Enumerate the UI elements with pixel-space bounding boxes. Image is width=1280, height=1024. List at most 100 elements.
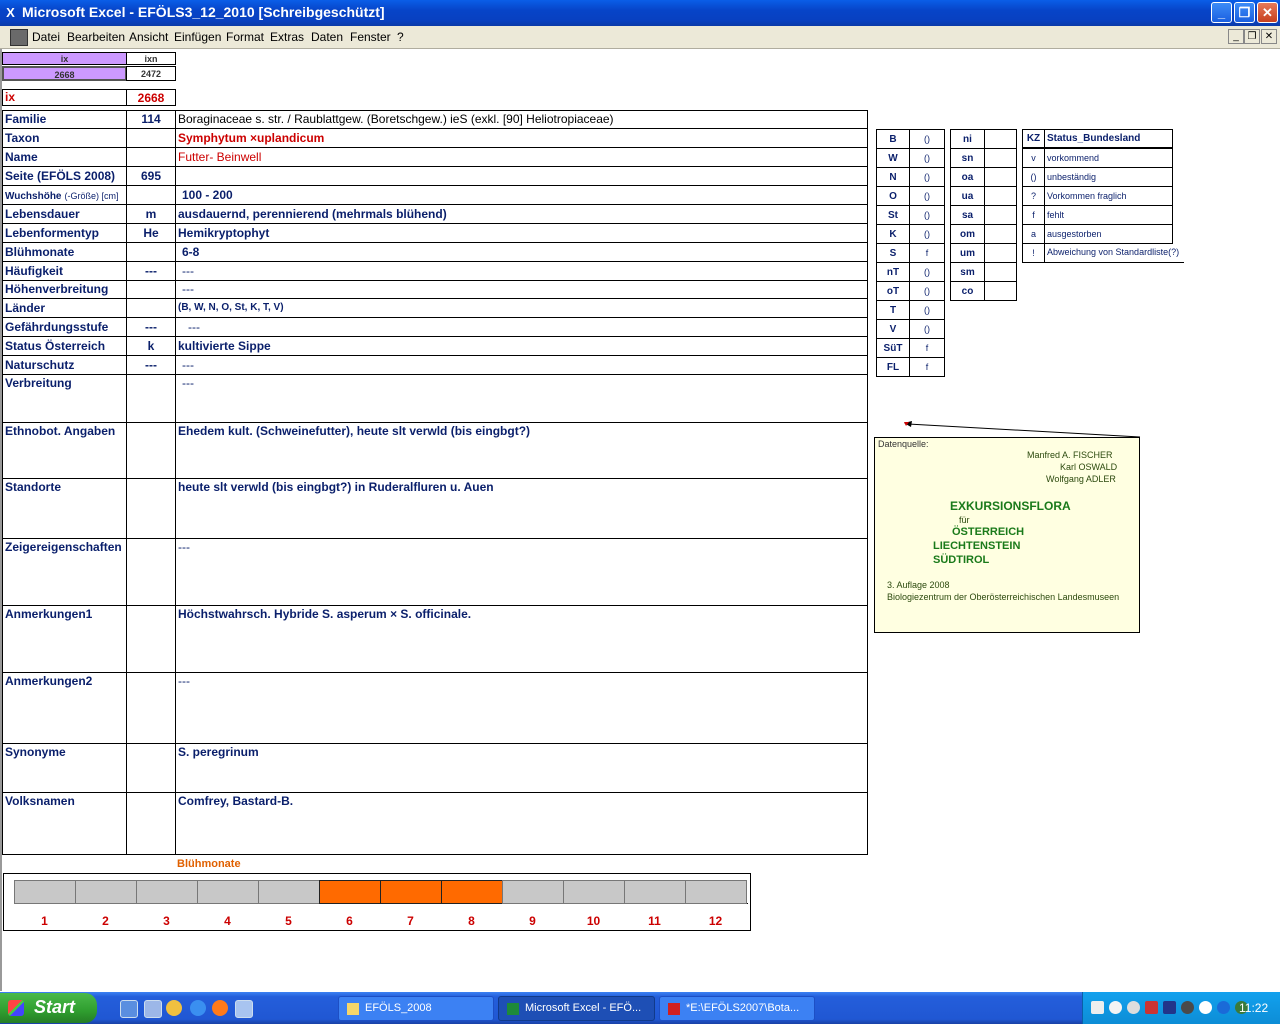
state-status-0[interactable]: () <box>909 129 945 149</box>
label-h-henverbreitung[interactable]: Höhenverbreitung <box>2 280 127 299</box>
label-synonyme[interactable]: Synonyme <box>2 743 127 793</box>
restore-button[interactable]: ❐ <box>1234 2 1255 23</box>
code-familie[interactable]: 114 <box>126 110 176 129</box>
state-code-11[interactable]: SüT <box>876 338 910 358</box>
code-ethnobot-angaben[interactable] <box>126 422 176 479</box>
ix-value-cell[interactable]: 2668 <box>2 66 127 81</box>
label-familie[interactable]: Familie <box>2 110 127 129</box>
code-naturschutz[interactable]: --- <box>126 355 176 375</box>
state-code-6[interactable]: S <box>876 243 910 263</box>
code-wuchsh-he[interactable] <box>126 185 176 205</box>
ixn-header-cell[interactable]: ixn <box>126 52 176 65</box>
tray-app-icon[interactable] <box>1181 1001 1194 1014</box>
label-zeigereigenschaften[interactable]: Zeigereigenschaften <box>2 538 127 606</box>
altitude-value-5[interactable] <box>984 224 1017 244</box>
label-anmerkungen1[interactable]: Anmerkungen1 <box>2 605 127 673</box>
state-code-12[interactable]: FL <box>876 357 910 377</box>
menu-ansicht[interactable]: Ansicht <box>129 30 168 44</box>
altitude-code-8[interactable]: co <box>950 281 985 301</box>
wireless-icon[interactable] <box>1109 1001 1122 1014</box>
doc-close-button[interactable]: ✕ <box>1261 29 1277 44</box>
network-icon[interactable] <box>1091 1001 1104 1014</box>
state-status-1[interactable]: () <box>909 148 945 168</box>
altitude-code-4[interactable]: sa <box>950 205 985 225</box>
value-lebenformentyp[interactable]: Hemikryptophyt <box>175 223 868 243</box>
taskbar-button-excel[interactable]: Microsoft Excel - EFÖ... <box>498 996 655 1021</box>
value-standorte[interactable]: heute slt verwld (bis eingbgt?) in Ruder… <box>175 478 868 539</box>
value-bl-hmonate[interactable]: 6-8 <box>175 242 868 262</box>
code-seite-ef-ls-2008[interactable]: 695 <box>126 166 176 186</box>
excel-app-icon[interactable]: X <box>3 5 18 20</box>
label-h-ufigkeit[interactable]: Häufigkeit <box>2 261 127 281</box>
state-status-10[interactable]: () <box>909 319 945 339</box>
value-ethnobot-angaben[interactable]: Ehedem kult. (Schweinefutter), heute slt… <box>175 422 868 479</box>
security-alert-icon[interactable] <box>1145 1001 1158 1014</box>
ixn-value-cell[interactable]: 2472 <box>126 66 176 81</box>
value-synonyme[interactable]: S. peregrinum <box>175 743 868 793</box>
altitude-value-3[interactable] <box>984 186 1017 206</box>
value-zeigereigenschaften[interactable]: --- <box>175 538 868 606</box>
state-status-3[interactable]: () <box>909 186 945 206</box>
altitude-value-0[interactable] <box>984 129 1017 149</box>
state-status-9[interactable]: () <box>909 300 945 320</box>
menu-daten[interactable]: Daten <box>311 30 343 44</box>
start-button[interactable]: Start <box>0 993 97 1023</box>
label-lebensdauer[interactable]: Lebensdauer <box>2 204 127 224</box>
code-h-henverbreitung[interactable] <box>126 280 176 299</box>
code-standorte[interactable] <box>126 478 176 539</box>
menu-einfuegen[interactable]: Einfügen <box>174 30 221 44</box>
quicklaunch-printer-icon[interactable] <box>144 1000 162 1018</box>
state-code-5[interactable]: K <box>876 224 910 244</box>
code-volksnamen[interactable] <box>126 792 176 855</box>
code-l-nder[interactable] <box>126 298 176 318</box>
doc-restore-button[interactable]: ❐ <box>1244 29 1260 44</box>
value-l-nder[interactable]: (B, W, N, O, St, K, T, V) <box>175 298 868 318</box>
state-status-2[interactable]: () <box>909 167 945 187</box>
value-h-ufigkeit[interactable]: --- <box>175 261 868 281</box>
code-status-sterreich[interactable]: k <box>126 336 176 356</box>
search-icon[interactable] <box>1127 1001 1140 1014</box>
value-naturschutz[interactable]: --- <box>175 355 868 375</box>
value-anmerkungen2[interactable]: --- <box>175 672 868 744</box>
state-status-12[interactable]: f <box>909 357 945 377</box>
shield-icon[interactable] <box>1163 1001 1176 1014</box>
ix-header-cell[interactable]: ix <box>2 52 127 65</box>
label-naturschutz[interactable]: Naturschutz <box>2 355 127 375</box>
state-code-8[interactable]: oT <box>876 281 910 301</box>
value-volksnamen[interactable]: Comfrey, Bastard-B. <box>175 792 868 855</box>
ix-label-cell[interactable]: ix <box>2 89 127 106</box>
altitude-value-8[interactable] <box>984 281 1017 301</box>
value-wuchsh-he[interactable]: 100 - 200 <box>175 185 868 205</box>
label-volksnamen[interactable]: Volksnamen <box>2 792 127 855</box>
altitude-code-5[interactable]: om <box>950 224 985 244</box>
label-taxon[interactable]: Taxon <box>2 128 127 148</box>
code-taxon[interactable] <box>126 128 176 148</box>
ix-value-cell-2[interactable]: 2668 <box>126 89 176 106</box>
label-gef-hrdungsstufe[interactable]: Gefährdungsstufe <box>2 317 127 337</box>
code-lebenformentyp[interactable]: He <box>126 223 176 243</box>
code-verbreitung[interactable] <box>126 374 176 423</box>
state-code-0[interactable]: B <box>876 129 910 149</box>
label-l-nder[interactable]: Länder <box>2 298 127 318</box>
state-status-6[interactable]: f <box>909 243 945 263</box>
altitude-code-3[interactable]: ua <box>950 186 985 206</box>
value-name[interactable]: Futter- Beinwell <box>175 147 868 167</box>
state-status-5[interactable]: () <box>909 224 945 244</box>
state-status-11[interactable]: f <box>909 338 945 358</box>
label-ethnobot-angaben[interactable]: Ethnobot. Angaben <box>2 422 127 479</box>
label-standorte[interactable]: Standorte <box>2 478 127 539</box>
label-status-sterreich[interactable]: Status Österreich <box>2 336 127 356</box>
label-wuchsh-he[interactable]: Wuchshöhe (-Größe) [cm] <box>2 185 127 205</box>
value-h-henverbreitung[interactable]: --- <box>175 280 868 299</box>
value-status-sterreich[interactable]: kultivierte Sippe <box>175 336 868 356</box>
state-code-10[interactable]: V <box>876 319 910 339</box>
state-status-8[interactable]: () <box>909 281 945 301</box>
code-bl-hmonate[interactable] <box>126 242 176 262</box>
menu-fenster[interactable]: Fenster <box>350 30 391 44</box>
state-code-3[interactable]: O <box>876 186 910 206</box>
menu-bearbeiten[interactable]: Bearbeiten <box>67 30 125 44</box>
state-status-4[interactable]: () <box>909 205 945 225</box>
label-name[interactable]: Name <box>2 147 127 167</box>
label-lebenformentyp[interactable]: Lebenformentyp <box>2 223 127 243</box>
altitude-code-0[interactable]: ni <box>950 129 985 149</box>
